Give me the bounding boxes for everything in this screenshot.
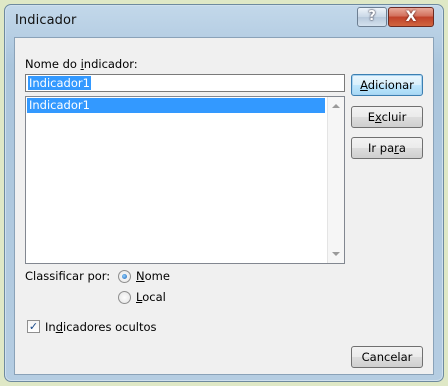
dialog-content: Nome do indicador: Indicador1 Indicador1… — [14, 37, 434, 375]
bookmark-name-label: Nome do indicador: — [25, 57, 138, 71]
goto-button[interactable]: Ir para — [351, 137, 423, 159]
scroll-down-icon[interactable] — [332, 252, 340, 256]
help-icon: ? — [368, 9, 376, 24]
title-bar: Indicador ? X — [5, 5, 443, 37]
bookmark-name-input[interactable]: Indicador1 — [25, 74, 345, 92]
list-item[interactable]: Indicador1 — [27, 98, 325, 113]
delete-button[interactable]: Excluir — [351, 106, 423, 128]
sort-location-label[interactable]: Local — [136, 290, 166, 304]
dialog-window: Indicador ? X Nome do indicador: Indicad… — [4, 4, 444, 382]
checkmark-icon: ✓ — [28, 320, 39, 333]
hidden-bookmarks-label[interactable]: Indicadores ocultos — [45, 320, 156, 334]
list-scrollbar[interactable] — [327, 97, 344, 263]
close-button[interactable]: X — [388, 7, 434, 27]
add-button[interactable]: Adicionar — [351, 74, 423, 96]
bookmark-name-value: Indicador1 — [28, 76, 91, 90]
cancel-button[interactable]: Cancelar — [351, 346, 423, 368]
help-button[interactable]: ? — [357, 7, 387, 27]
scroll-up-icon[interactable] — [332, 104, 340, 108]
sort-by-label: Classificar por: — [25, 269, 111, 283]
sort-name-label[interactable]: Nome — [136, 269, 170, 283]
dialog-title: Indicador — [15, 13, 77, 28]
bookmark-list[interactable]: Indicador1 — [25, 96, 345, 264]
hidden-bookmarks-checkbox[interactable]: ✓ — [27, 320, 40, 333]
sort-location-radio[interactable] — [118, 291, 131, 304]
sort-name-radio[interactable] — [118, 270, 131, 283]
close-icon: X — [405, 9, 417, 25]
